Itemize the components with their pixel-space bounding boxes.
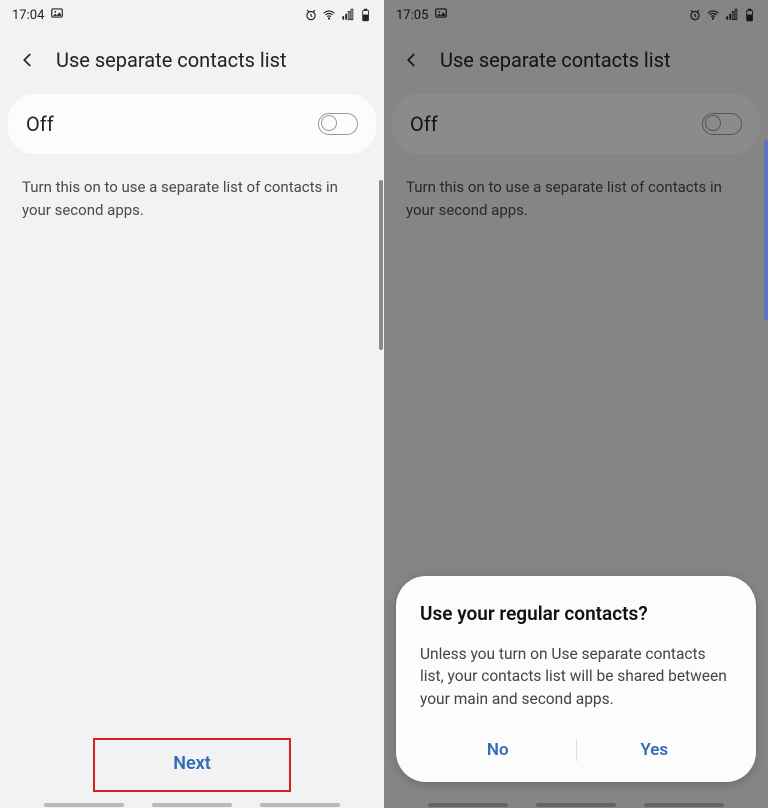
toggle-card[interactable]: Off	[392, 94, 760, 154]
battery-icon	[358, 8, 372, 22]
page-title: Use separate contacts list	[440, 48, 671, 72]
screen-content: Use separate contacts list Off Turn this…	[0, 30, 384, 808]
description-text: Turn this on to use a separate list of c…	[0, 154, 384, 221]
nav-gesture-handles	[384, 803, 768, 807]
nav-handle[interactable]	[152, 803, 232, 807]
confirmation-dialog: Use your regular contacts? Unless you tu…	[396, 576, 756, 782]
back-button[interactable]	[396, 44, 428, 76]
wifi-icon	[322, 8, 336, 22]
signal-icon	[340, 8, 354, 22]
scrollbar[interactable]	[379, 180, 383, 350]
toggle-switch[interactable]	[702, 113, 742, 135]
status-time: 17:05	[396, 8, 428, 23]
next-button[interactable]: Next	[97, 740, 287, 786]
right-screenshot: 17:05 Use separate contacts list Off	[384, 0, 768, 808]
toggle-knob	[321, 115, 337, 131]
description-text: Turn this on to use a separate list of c…	[384, 154, 768, 221]
dialog-no-button[interactable]: No	[420, 728, 576, 772]
wifi-icon	[706, 8, 720, 22]
page-header: Use separate contacts list	[0, 30, 384, 94]
picture-icon	[50, 6, 64, 24]
nav-handle[interactable]	[536, 803, 616, 807]
left-screenshot: 17:04 Use separate contacts list Off Tur…	[0, 0, 384, 808]
dialog-title: Use your regular contacts?	[420, 602, 732, 625]
status-bar: 17:05	[384, 0, 768, 30]
dialog-body: Unless you turn on Use separate contacts…	[420, 643, 732, 710]
nav-handle[interactable]	[428, 803, 508, 807]
picture-icon	[434, 6, 448, 24]
dialog-actions: No Yes	[420, 728, 732, 772]
dialog-yes-button[interactable]: Yes	[577, 728, 733, 772]
page-title: Use separate contacts list	[56, 48, 287, 72]
status-bar: 17:04	[0, 0, 384, 30]
nav-handle[interactable]	[644, 803, 724, 807]
page-header: Use separate contacts list	[384, 30, 768, 94]
toggle-knob	[705, 115, 721, 131]
scrollbar[interactable]	[764, 140, 768, 320]
toggle-label: Off	[26, 112, 54, 136]
nav-gesture-handles	[0, 803, 384, 807]
toggle-switch[interactable]	[318, 113, 358, 135]
signal-icon	[724, 8, 738, 22]
toggle-label: Off	[410, 112, 438, 136]
nav-handle[interactable]	[44, 803, 124, 807]
toggle-card[interactable]: Off	[8, 94, 376, 154]
status-time: 17:04	[12, 8, 44, 23]
alarm-icon	[304, 8, 318, 22]
alarm-icon	[688, 8, 702, 22]
nav-handle[interactable]	[260, 803, 340, 807]
battery-icon	[742, 8, 756, 22]
back-button[interactable]	[12, 44, 44, 76]
